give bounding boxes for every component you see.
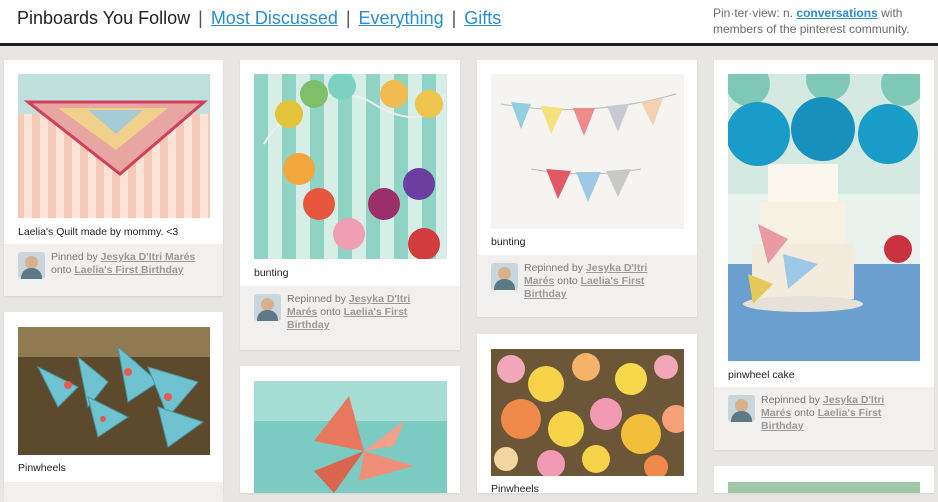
pin-image-bunting-love[interactable]	[491, 74, 684, 229]
paper-fans-photo	[491, 349, 684, 476]
pin-attribution: Pinned by Jesyka D'Itri Marés onto Laeli…	[4, 244, 223, 296]
attribution-verb: Repinned by	[524, 262, 583, 274]
pinwheel-cake-photo	[728, 74, 920, 361]
nav-current-pinboards: Pinboards You Follow	[17, 8, 191, 28]
conversations-link[interactable]: conversations	[796, 6, 877, 20]
attribution-text: Repinned by Jesyka D'Itri Marés onto Lae…	[761, 394, 911, 433]
pin-caption: pinwheel cake	[728, 369, 795, 381]
pin-image-pinwheels[interactable]	[18, 327, 210, 455]
tagline-term: Pin·ter·view:	[713, 6, 780, 20]
pin-caption: Laelia's Quilt made by mommy. <3	[18, 226, 179, 238]
avatar[interactable]	[491, 263, 518, 290]
pin-attribution: Repinned by Jesyka D'Itri Marés onto Lae…	[714, 387, 934, 450]
pin-caption: bunting	[491, 236, 526, 248]
pin-card-paper-fans[interactable]: Pinwheels	[477, 334, 697, 495]
pin-image-partial[interactable]	[728, 482, 920, 493]
attribution-onto: onto	[557, 275, 578, 287]
nav-separator: |	[451, 8, 457, 28]
attribution-verb: Pinned by	[51, 251, 98, 263]
pin-card-pinwheels[interactable]: Pinwheels	[4, 312, 223, 502]
pinterview-tagline: Pin·ter·view: n. conversations with memb…	[713, 5, 928, 37]
attribution-onto: onto	[320, 306, 341, 318]
pin-image-paper-fans[interactable]	[491, 349, 684, 476]
pin-attribution: Repinned by Jesyka D'Itri Marés onto Lae…	[240, 286, 460, 350]
top-nav-bar: Pinboards You Follow | Most Discussed | Ever…	[0, 0, 938, 46]
pin-caption: Pinwheels	[18, 462, 66, 474]
bunting-love-photo	[491, 74, 684, 229]
attribution-onto: onto	[794, 407, 815, 419]
pin-card-bunting[interactable]: bunting Repinned by Jesyka D'Itri Marés …	[240, 60, 460, 350]
pin-attribution: Repinned by Jesyka D'Itri Marés onto Lae…	[477, 255, 697, 317]
pin-card-partial[interactable]	[714, 466, 934, 493]
attribution-text: Repinned by Jesyka D'Itri Marés onto Lae…	[524, 262, 674, 301]
category-nav: Pinboards You Follow | Most Discussed | Ever…	[17, 8, 501, 29]
avatar[interactable]	[254, 294, 281, 321]
bunting-photo	[254, 74, 447, 259]
pin-image-pinwheel-sky[interactable]	[254, 381, 447, 493]
nav-link-gifts[interactable]: Gifts	[464, 8, 501, 28]
attribution-verb: Repinned by	[761, 394, 820, 406]
pin-image-quilt[interactable]	[18, 74, 210, 218]
nav-link-everything[interactable]: Everything	[359, 8, 444, 28]
board-link[interactable]: Laelia's First Birthday	[74, 264, 183, 276]
pin-image-bunting[interactable]	[254, 74, 447, 259]
pin-caption: bunting	[254, 267, 289, 279]
pin-image-pinwheel-cake[interactable]	[728, 74, 920, 361]
pinner-link[interactable]: Jesyka D'Itri Marés	[101, 251, 196, 263]
tagline-pre: n.	[783, 6, 794, 20]
pin-card-pinwheel-cake[interactable]: pinwheel cake Repinned by Jesyka D'Itri …	[714, 60, 934, 450]
pin-caption: Pinwheels	[491, 483, 539, 495]
nav-separator: |	[345, 8, 351, 28]
attribution-verb: Repinned by	[287, 293, 346, 305]
pinwheels-photo	[18, 327, 210, 455]
pin-card-pinwheel-sky[interactable]	[240, 366, 460, 493]
pinwheel-sky-photo	[254, 381, 447, 493]
quilt-photo	[18, 74, 210, 218]
pin-card-quilt[interactable]: Laelia's Quilt made by mommy. <3 Pinned …	[4, 60, 223, 296]
nav-separator: |	[198, 8, 203, 28]
pin-attribution	[4, 482, 223, 502]
avatar[interactable]	[728, 395, 755, 422]
nav-link-most-discussed[interactable]: Most Discussed	[211, 8, 338, 28]
attribution-text: Repinned by Jesyka D'Itri Marés onto Lae…	[287, 293, 437, 332]
attribution-text: Pinned by Jesyka D'Itri Marés onto Laeli…	[51, 251, 195, 277]
avatar[interactable]	[18, 252, 45, 279]
pin-card-bunting-love[interactable]: bunting Repinned by Jesyka D'Itri Marés …	[477, 60, 697, 317]
attribution-onto: onto	[51, 264, 72, 276]
